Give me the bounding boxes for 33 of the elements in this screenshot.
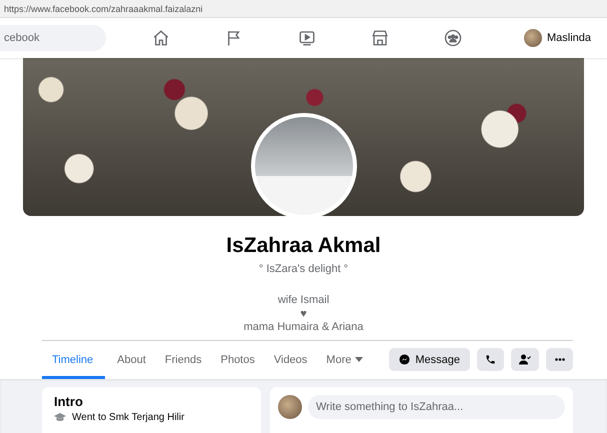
- profile-tagline: ° IsZara's delight °: [258, 263, 348, 275]
- groups-icon[interactable]: [444, 29, 462, 47]
- friends-button[interactable]: [511, 348, 539, 371]
- profile-tab[interactable]: Friends: [158, 340, 209, 378]
- home-icon[interactable]: [152, 29, 170, 47]
- bio-line: ♥: [300, 308, 307, 321]
- person-check-icon: [519, 354, 531, 365]
- graduation-cap-icon: [54, 412, 66, 422]
- profile-name: IsZahraa Akmal: [226, 234, 381, 258]
- post-field[interactable]: Write something to IsZahraa...: [308, 394, 565, 418]
- video-icon[interactable]: [298, 29, 316, 47]
- more-icon: [554, 358, 564, 361]
- caret-icon: [355, 357, 364, 362]
- bio-line: wife Ismail: [278, 294, 330, 308]
- profile-tab[interactable]: More: [319, 340, 370, 378]
- avatar: [278, 394, 302, 418]
- intro-title: Intro: [54, 394, 84, 408]
- message-button[interactable]: Message: [389, 348, 470, 371]
- profile-tab[interactable]: Photos: [214, 340, 262, 378]
- intro-item: Went to Smk Terjang Hilir: [72, 412, 184, 422]
- url-text: https://www.facebook.com/zahraaakmal.faizalazni: [0, 0, 607, 18]
- messenger-icon: [399, 354, 410, 365]
- call-button[interactable]: [477, 348, 504, 371]
- more-button[interactable]: [546, 348, 573, 371]
- phone-icon: [485, 354, 496, 365]
- profile-tab[interactable]: About: [110, 340, 153, 378]
- store-icon[interactable]: [371, 29, 389, 47]
- bio-line: mama Humaira & Ariana: [244, 321, 364, 334]
- avatar[interactable]: [524, 29, 542, 47]
- profile-tab[interactable]: Videos: [266, 340, 314, 378]
- profile-tab[interactable]: Timeline: [42, 340, 106, 378]
- search-field[interactable]: cebook: [0, 25, 106, 51]
- account-name[interactable]: Maslinda: [547, 32, 592, 44]
